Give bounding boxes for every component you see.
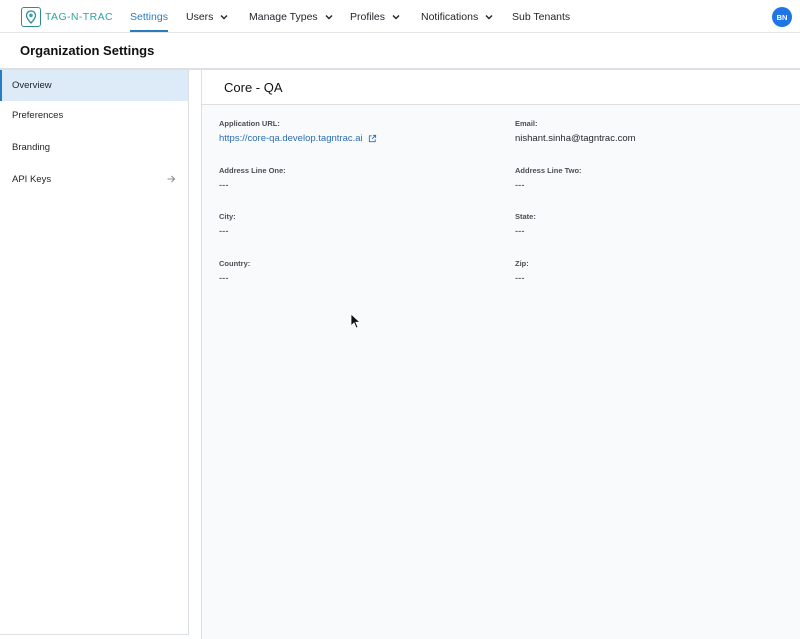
nav-users[interactable]: Users bbox=[186, 0, 229, 33]
brand-logo[interactable]: TAG-N-TRAC bbox=[21, 6, 113, 27]
field-value: --- bbox=[515, 273, 525, 284]
nav-settings[interactable]: Settings bbox=[130, 0, 168, 33]
nav-users-label: Users bbox=[186, 10, 214, 23]
field-label: Address Line Two: bbox=[515, 166, 582, 175]
overview-panel: Core - QA Application URL: https://core-… bbox=[201, 70, 800, 639]
settings-sidebar: Overview Preferences Branding API Keys bbox=[0, 70, 189, 635]
field-label: City: bbox=[219, 212, 236, 221]
address-line-two-field: Address Line Two: --- bbox=[515, 166, 582, 191]
chevron-down-icon bbox=[220, 14, 228, 19]
chevron-down-icon bbox=[485, 14, 493, 19]
avatar-initials: BN bbox=[776, 12, 788, 22]
field-label: Email: bbox=[515, 119, 538, 128]
field-value[interactable]: https://core-qa.develop.tagntrac.ai bbox=[219, 133, 363, 144]
sidebar-item-label: Preferences bbox=[12, 110, 64, 121]
application-url-link[interactable]: https://core-qa.develop.tagntrac.ai bbox=[219, 133, 377, 144]
email-field: Email: nishant.sinha@tagntrac.com bbox=[515, 119, 636, 144]
arrow-right-icon bbox=[167, 175, 176, 183]
sidebar-item-label: Branding bbox=[12, 142, 51, 153]
state-field: State: --- bbox=[515, 212, 536, 237]
field-value: --- bbox=[515, 226, 525, 237]
map-pin-logo-icon bbox=[21, 6, 41, 27]
field-value: --- bbox=[219, 180, 229, 191]
field-value: --- bbox=[219, 273, 229, 284]
top-navigation: TAG-N-TRAC Settings Users Manage Types P… bbox=[0, 0, 800, 33]
sidebar-item-label: API Keys bbox=[12, 174, 52, 185]
field-value: --- bbox=[515, 180, 525, 191]
application-url-field: Application URL: https://core-qa.develop… bbox=[219, 119, 377, 144]
address-line-one-field: Address Line One: --- bbox=[219, 166, 286, 191]
city-field: City: --- bbox=[219, 212, 236, 237]
field-value: nishant.sinha@tagntrac.com bbox=[515, 133, 636, 144]
external-link-icon[interactable] bbox=[368, 134, 377, 143]
mouse-cursor-icon bbox=[350, 313, 361, 329]
user-avatar[interactable]: BN bbox=[772, 7, 792, 27]
nav-manage-types-label: Manage Types bbox=[249, 10, 318, 23]
sidebar-item-overview[interactable]: Overview bbox=[0, 70, 188, 101]
field-label: Country: bbox=[219, 259, 251, 268]
zip-field: Zip: --- bbox=[515, 259, 529, 284]
organization-name: Core - QA bbox=[224, 80, 283, 95]
nav-manage-types[interactable]: Manage Types bbox=[249, 0, 334, 33]
country-field: Country: --- bbox=[219, 259, 250, 284]
sidebar-item-label: Overview bbox=[12, 80, 52, 91]
brand-logo-text: TAG-N-TRAC bbox=[45, 10, 113, 23]
sidebar-item-api-keys[interactable]: API Keys bbox=[0, 164, 188, 195]
chevron-down-icon bbox=[325, 14, 333, 19]
nav-profiles[interactable]: Profiles bbox=[350, 0, 401, 33]
field-label: Application URL: bbox=[219, 119, 280, 128]
sidebar-item-branding[interactable]: Branding bbox=[0, 132, 188, 163]
nav-sub-tenants-label: Sub Tenants bbox=[512, 10, 571, 23]
nav-notifications[interactable]: Notifications bbox=[421, 0, 494, 33]
nav-settings-label: Settings bbox=[130, 10, 168, 23]
field-label: State: bbox=[515, 212, 536, 221]
nav-notifications-label: Notifications bbox=[421, 10, 479, 23]
field-label: Address Line One: bbox=[219, 166, 286, 175]
field-label: Zip: bbox=[515, 259, 529, 268]
sidebar-item-preferences[interactable]: Preferences bbox=[0, 100, 188, 131]
chevron-down-icon bbox=[392, 14, 400, 19]
nav-sub-tenants[interactable]: Sub Tenants bbox=[512, 0, 570, 33]
overview-header: Core - QA bbox=[202, 70, 800, 105]
page-title: Organization Settings bbox=[20, 43, 155, 58]
nav-profiles-label: Profiles bbox=[350, 10, 386, 23]
field-value: --- bbox=[219, 226, 229, 237]
